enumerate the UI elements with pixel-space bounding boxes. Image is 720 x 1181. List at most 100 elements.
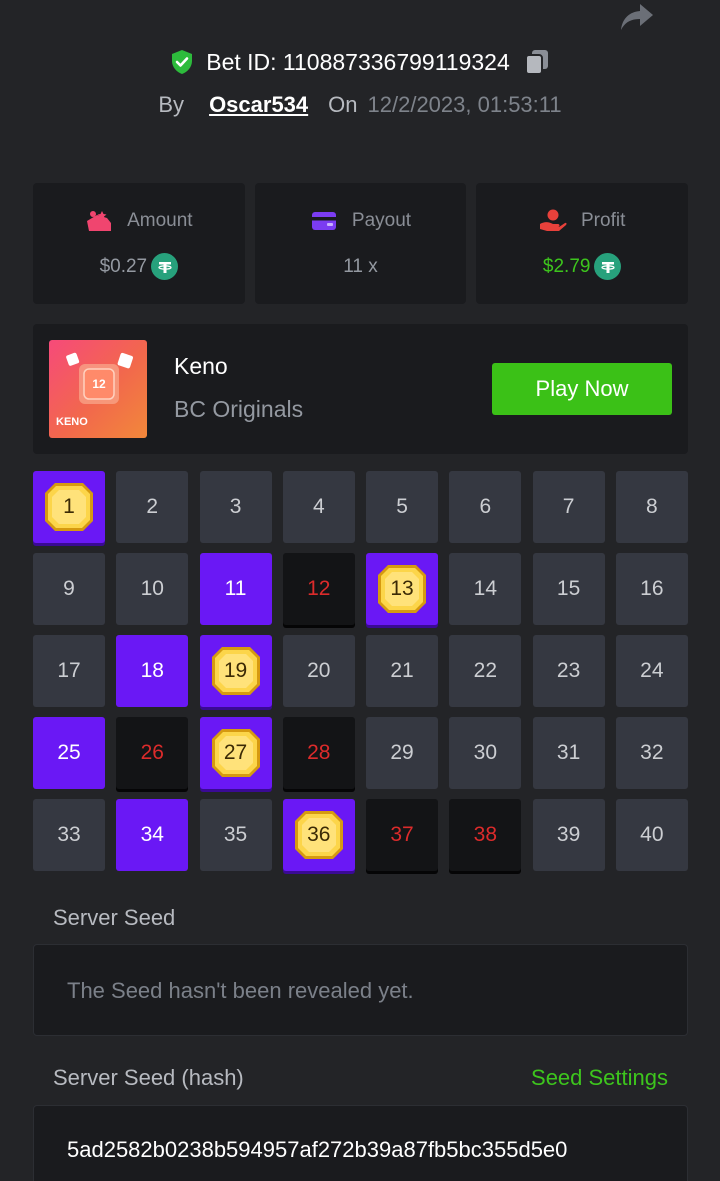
keno-tile-7[interactable]: 7 — [532, 471, 605, 543]
keno-tile-number: 21 — [390, 659, 414, 682]
keno-tile-9[interactable]: 9 — [33, 553, 105, 625]
keno-thumb-label: KENO — [56, 416, 88, 428]
keno-tile-15[interactable]: 15 — [532, 553, 605, 625]
keno-tile-1[interactable]: 1 — [33, 471, 105, 543]
keno-tile-37[interactable]: 37 — [366, 799, 439, 871]
bet-id: Bet ID: 110887336799119324 — [206, 48, 510, 75]
play-now-button[interactable]: Play Now — [492, 363, 672, 415]
server-seed-message: The Seed hasn't been revealed yet. — [67, 978, 414, 1003]
profit-card: Profit $2.79 — [476, 183, 689, 304]
keno-tile-number: 3 — [229, 495, 242, 518]
keno-tile-number: 2 — [146, 495, 159, 518]
keno-tile-number: 39 — [556, 823, 581, 846]
keno-tile-4[interactable]: 4 — [282, 471, 355, 543]
keno-tile-number: 12 — [307, 577, 331, 600]
keno-tile-32[interactable]: 32 — [615, 717, 688, 789]
keno-tile-2[interactable]: 2 — [116, 471, 189, 543]
keno-tile-39[interactable]: 39 — [532, 799, 605, 871]
keno-tile-number: 19 — [223, 659, 248, 682]
payout-label: Payout — [351, 209, 412, 231]
keno-tile-11[interactable]: 11 — [199, 553, 272, 625]
keno-tile-number: 13 — [390, 577, 414, 600]
keno-tile-number: 34 — [140, 823, 164, 846]
keno-tile-number: 20 — [307, 659, 331, 682]
share-button[interactable] — [620, 2, 654, 32]
profit-label: Profit — [581, 209, 626, 231]
keno-tile-36[interactable]: 36 — [282, 799, 355, 871]
keno-tile-number: 1 — [63, 495, 75, 518]
gem-icon: 1 — [43, 481, 95, 533]
seed-settings-link[interactable]: Seed Settings — [531, 1065, 668, 1091]
keno-tile-16[interactable]: 16 — [615, 553, 688, 625]
card-icon — [311, 211, 336, 230]
amount-card: Amount $0.27 — [33, 183, 245, 304]
keno-thumb-number: 12 — [92, 377, 106, 391]
keno-tile-21[interactable]: 21 — [366, 635, 439, 707]
keno-tile-13[interactable]: 13 — [366, 553, 439, 625]
share-icon — [621, 4, 653, 30]
keno-tile-12[interactable]: 12 — [282, 553, 355, 625]
keno-tile-number: 28 — [307, 741, 331, 764]
server-seed-label: Server Seed — [53, 905, 176, 930]
keno-tile-number: 26 — [140, 741, 164, 764]
keno-tile-number: 29 — [390, 741, 414, 764]
keno-tile-number: 17 — [57, 659, 81, 682]
bet-header: Bet ID: 110887336799119324 — [0, 48, 720, 76]
copy-icon[interactable] — [524, 48, 550, 76]
keno-tile-23[interactable]: 23 — [532, 635, 605, 707]
keno-tile-6[interactable]: 6 — [449, 471, 522, 543]
keno-thumbnail[interactable]: 12 KENO — [49, 340, 147, 438]
keno-tile-29[interactable]: 29 — [366, 717, 439, 789]
keno-tile-number: 9 — [63, 577, 75, 600]
keno-tile-17[interactable]: 17 — [33, 635, 105, 707]
server-seed-hash-value[interactable]: 5ad2582b0238b594957af272b39a87fb5bc355d5… — [67, 1137, 656, 1163]
server-seed-hash-box: 5ad2582b0238b594957af272b39a87fb5bc355d5… — [33, 1105, 688, 1181]
keno-tile-8[interactable]: 8 — [615, 471, 688, 543]
server-seed-hash-label: Server Seed (hash) — [53, 1065, 244, 1090]
keno-tile-26[interactable]: 26 — [116, 717, 189, 789]
bet-stats: Amount $0.27 Payout 11 x Profit $2.79 — [33, 183, 689, 304]
keno-tile-30[interactable]: 30 — [449, 717, 522, 789]
keno-tile-40[interactable]: 40 — [615, 799, 688, 871]
amount-value: $0.27 — [99, 255, 148, 277]
keno-tile-number: 10 — [140, 577, 164, 600]
keno-tile-34[interactable]: 34 — [116, 799, 189, 871]
wallet-icon — [87, 210, 112, 231]
keno-tile-28[interactable]: 28 — [282, 717, 355, 789]
hand-coin-icon — [540, 209, 567, 231]
gem-icon: 27 — [210, 727, 262, 779]
bet-meta: By Oscar534 On 12/2/2023, 01:53:11 — [0, 92, 720, 118]
keno-tile-31[interactable]: 31 — [532, 717, 605, 789]
keno-tile-33[interactable]: 33 — [33, 799, 105, 871]
username-link[interactable]: Oscar534 — [209, 92, 308, 118]
keno-tile-number: 37 — [390, 823, 414, 846]
keno-tile-3[interactable]: 3 — [199, 471, 272, 543]
keno-tile-5[interactable]: 5 — [366, 471, 439, 543]
by-label: By — [158, 92, 185, 117]
keno-tile-14[interactable]: 14 — [449, 553, 522, 625]
keno-tile-number: 16 — [640, 577, 664, 600]
keno-tile-number: 24 — [640, 659, 664, 682]
keno-tile-10[interactable]: 10 — [116, 553, 189, 625]
bet-timestamp: 12/2/2023, 01:53:11 — [367, 92, 562, 117]
on-label: On — [328, 92, 358, 117]
keno-tile-20[interactable]: 20 — [282, 635, 355, 707]
keno-tile-number: 35 — [223, 823, 248, 846]
keno-tile-27[interactable]: 27 — [199, 717, 272, 789]
keno-tile-18[interactable]: 18 — [116, 635, 189, 707]
keno-tile-number: 33 — [57, 823, 81, 846]
keno-tile-19[interactable]: 19 — [199, 635, 272, 707]
keno-tile-22[interactable]: 22 — [449, 635, 522, 707]
keno-tile-number: 40 — [640, 823, 664, 846]
keno-tile-25[interactable]: 25 — [33, 717, 105, 789]
gem-icon: 13 — [376, 563, 428, 615]
keno-tile-35[interactable]: 35 — [199, 799, 272, 871]
server-seed-box: The Seed hasn't been revealed yet. — [33, 944, 688, 1036]
keno-tile-number: 7 — [562, 495, 575, 518]
keno-tile-number: 38 — [473, 823, 497, 846]
keno-tile-number: 18 — [140, 659, 164, 682]
keno-tile-24[interactable]: 24 — [615, 635, 688, 707]
keno-tile-number: 27 — [223, 741, 248, 764]
keno-tile-38[interactable]: 38 — [449, 799, 522, 871]
game-provider: BC Originals — [174, 396, 304, 422]
